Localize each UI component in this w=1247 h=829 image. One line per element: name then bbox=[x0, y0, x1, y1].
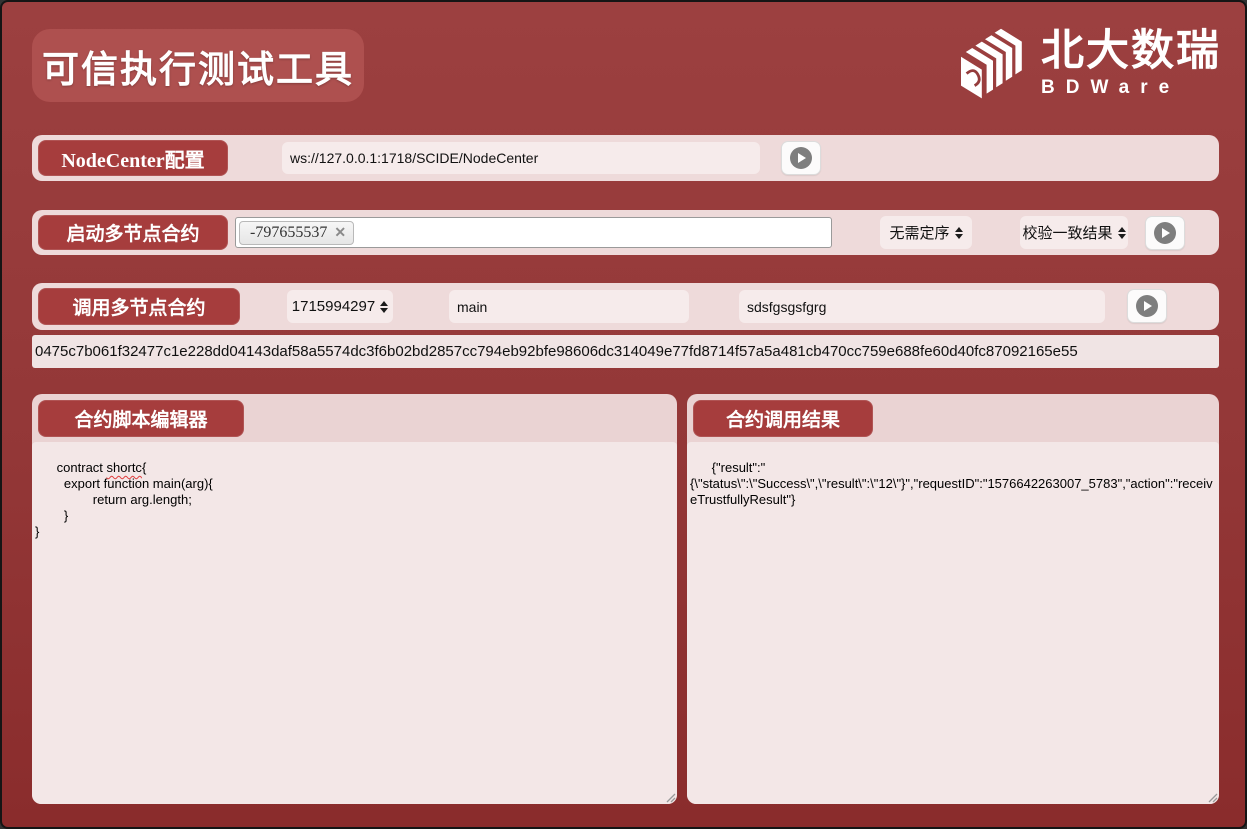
play-icon bbox=[790, 147, 812, 169]
bdware-logo: 北大数瑞 BDWare bbox=[949, 24, 1221, 104]
code-editor[interactable]: contract shortc{ export function main(ar… bbox=[32, 442, 677, 804]
nodecenter-label: NodeCenter配置 bbox=[38, 140, 228, 176]
result-hash-bar: 0475c7b061f32477c1e228dd04143daf58a5574d… bbox=[32, 335, 1219, 368]
nodecenter-bar: NodeCenter配置 bbox=[32, 135, 1219, 181]
play-icon bbox=[1136, 295, 1158, 317]
code-text: contract bbox=[57, 460, 107, 475]
misspelled-word: shortc bbox=[107, 460, 142, 475]
result-text: {"result":" {\"status\":\"Success\",\"re… bbox=[690, 460, 1213, 507]
resize-handle-icon[interactable] bbox=[1206, 791, 1218, 803]
call-contract-label: 调用多节点合约 bbox=[38, 288, 240, 325]
contract-id-select[interactable]: 1715994297 bbox=[287, 290, 393, 323]
logo-cn-text: 北大数瑞 bbox=[1041, 29, 1221, 74]
verify-select[interactable]: 校验一致结果 bbox=[1020, 216, 1128, 249]
app-window: 可信执行测试工具 北大数瑞 BDWare NodeCenter配置 启动多节点合… bbox=[0, 0, 1247, 829]
bdware-logo-text: 北大数瑞 BDWare bbox=[1041, 29, 1221, 99]
editor-label: 合约脚本编辑器 bbox=[38, 400, 244, 437]
remove-tag-icon[interactable]: ✕ bbox=[334, 224, 346, 241]
page-title: 可信执行测试工具 bbox=[32, 29, 364, 102]
verify-select-value: 校验一致结果 bbox=[1022, 222, 1112, 243]
result-panel: 合约调用结果 {"result":" {\"status\":\"Success… bbox=[687, 394, 1219, 804]
contract-tags-input[interactable]: -797655537 ✕ bbox=[235, 217, 832, 248]
call-contract-bar: 调用多节点合约 1715994297 bbox=[32, 283, 1219, 330]
editor-panel: 合约脚本编辑器 contract shortc{ export function… bbox=[32, 394, 677, 804]
contract-tag-value: -797655537 bbox=[250, 224, 327, 242]
start-contract-bar: 启动多节点合约 -797655537 ✕ 无需定序 校验一致结果 bbox=[32, 210, 1219, 255]
contract-tag: -797655537 ✕ bbox=[239, 221, 354, 245]
nodecenter-url-input[interactable] bbox=[282, 142, 760, 174]
result-output[interactable]: {"result":" {\"status\":\"Success\",\"re… bbox=[687, 442, 1219, 804]
start-contract-label: 启动多节点合约 bbox=[38, 215, 228, 250]
function-name-input[interactable] bbox=[449, 290, 689, 323]
arguments-input[interactable] bbox=[739, 290, 1105, 323]
order-select-value: 无需定序 bbox=[889, 222, 949, 243]
play-icon bbox=[1154, 222, 1176, 244]
updown-arrows-icon bbox=[380, 301, 388, 313]
nodecenter-run-button[interactable] bbox=[781, 141, 821, 175]
contract-id-value: 1715994297 bbox=[292, 298, 375, 315]
call-contract-run-button[interactable] bbox=[1127, 289, 1167, 323]
start-contract-run-button[interactable] bbox=[1145, 216, 1185, 250]
updown-arrows-icon bbox=[955, 227, 963, 239]
order-select[interactable]: 无需定序 bbox=[880, 216, 972, 249]
updown-arrows-icon bbox=[1118, 227, 1126, 239]
bdware-logo-icon bbox=[949, 24, 1029, 104]
logo-en-text: BDWare bbox=[1041, 77, 1180, 99]
resize-handle-icon[interactable] bbox=[664, 791, 676, 803]
result-label: 合约调用结果 bbox=[693, 400, 873, 437]
